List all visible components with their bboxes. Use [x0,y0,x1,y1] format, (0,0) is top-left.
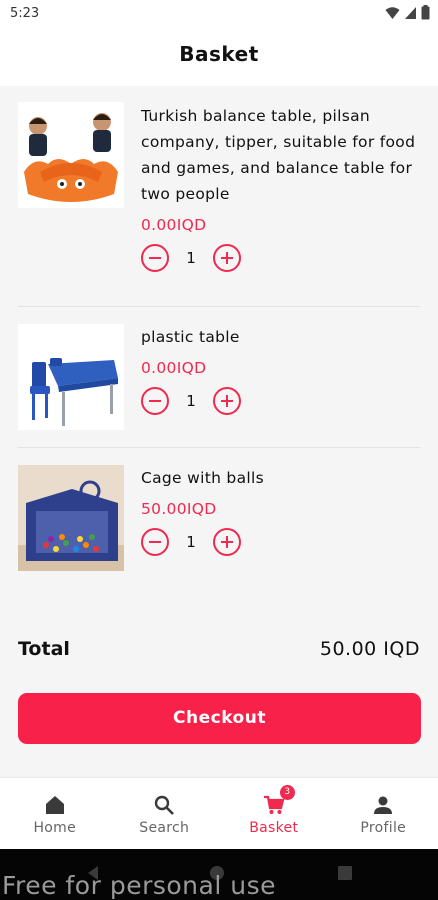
nav-label: Search [139,820,190,836]
status-time: 5:23 [10,6,40,21]
checkout-button[interactable]: Checkout [18,693,421,744]
wifi-icon [385,6,400,19]
page-title: Basket [179,42,259,66]
cart-badge: 3 [279,785,295,800]
search-icon [155,795,175,815]
decrease-button[interactable] [141,528,169,556]
status-bar: 5:23 [0,0,438,28]
ball-cage-image[interactable] [18,465,124,571]
nav-label: Basket [249,820,299,836]
plastic-table-image[interactable] [18,324,124,430]
status-icons [385,5,430,20]
nav-basket[interactable]: 3 Basket [219,778,329,849]
total-value: 50.00 IQD [319,638,420,660]
item-price: 0.00IQD [141,216,207,234]
basket-item: Turkish balance table, pilsan company, t… [18,86,420,307]
app-bar: Basket [0,28,438,86]
recents-icon[interactable] [338,866,352,880]
item-price: 0.00IQD [141,359,207,377]
item-name: plastic table [141,328,240,346]
decrease-button[interactable] [141,387,169,415]
quantity-value: 1 [186,392,196,410]
increase-button[interactable] [213,244,241,272]
nav-home[interactable]: Home [0,778,110,849]
item-name: Turkish balance table, pilsan company, t… [141,107,416,203]
nav-profile[interactable]: Profile [329,778,438,849]
quantity-stepper: 1 [141,244,420,272]
minus-icon [149,257,161,259]
total-row: Total 50.00 IQD [18,636,420,664]
item-info: plastic table 0.00IQD 1 [141,324,420,415]
item-info: Turkish balance table, pilsan company, t… [141,103,420,272]
nav-label: Profile [360,820,407,836]
nav-search[interactable]: Search [110,778,220,849]
watermark-text: Free for personal use [2,871,276,900]
basket-list: Turkish balance table, pilsan company, t… [0,86,438,588]
item-info: Cage with balls 50.00IQD 1 [141,465,420,556]
minus-icon [149,541,161,543]
profile-icon [374,796,393,814]
basket-item: plastic table 0.00IQD 1 [18,307,420,448]
basket-item: Cage with balls 50.00IQD 1 [18,448,420,588]
minus-icon [149,400,161,402]
increase-button[interactable] [213,387,241,415]
item-name: Cage with balls [141,469,264,487]
quantity-value: 1 [186,533,196,551]
system-nav-bar: Free for personal use [0,849,438,900]
total-label: Total [18,638,70,660]
quantity-value: 1 [186,249,196,267]
quantity-stepper: 1 [141,528,420,556]
signal-icon [405,6,416,19]
quantity-stepper: 1 [141,387,420,415]
home-icon [45,796,64,814]
increase-button[interactable] [213,528,241,556]
battery-icon [421,5,430,20]
item-price: 50.00IQD [141,500,217,518]
bottom-nav: Home Search 3 Basket Profile [0,777,438,849]
nav-label: Home [33,820,77,836]
balance-table-image[interactable] [18,102,124,208]
decrease-button[interactable] [141,244,169,272]
